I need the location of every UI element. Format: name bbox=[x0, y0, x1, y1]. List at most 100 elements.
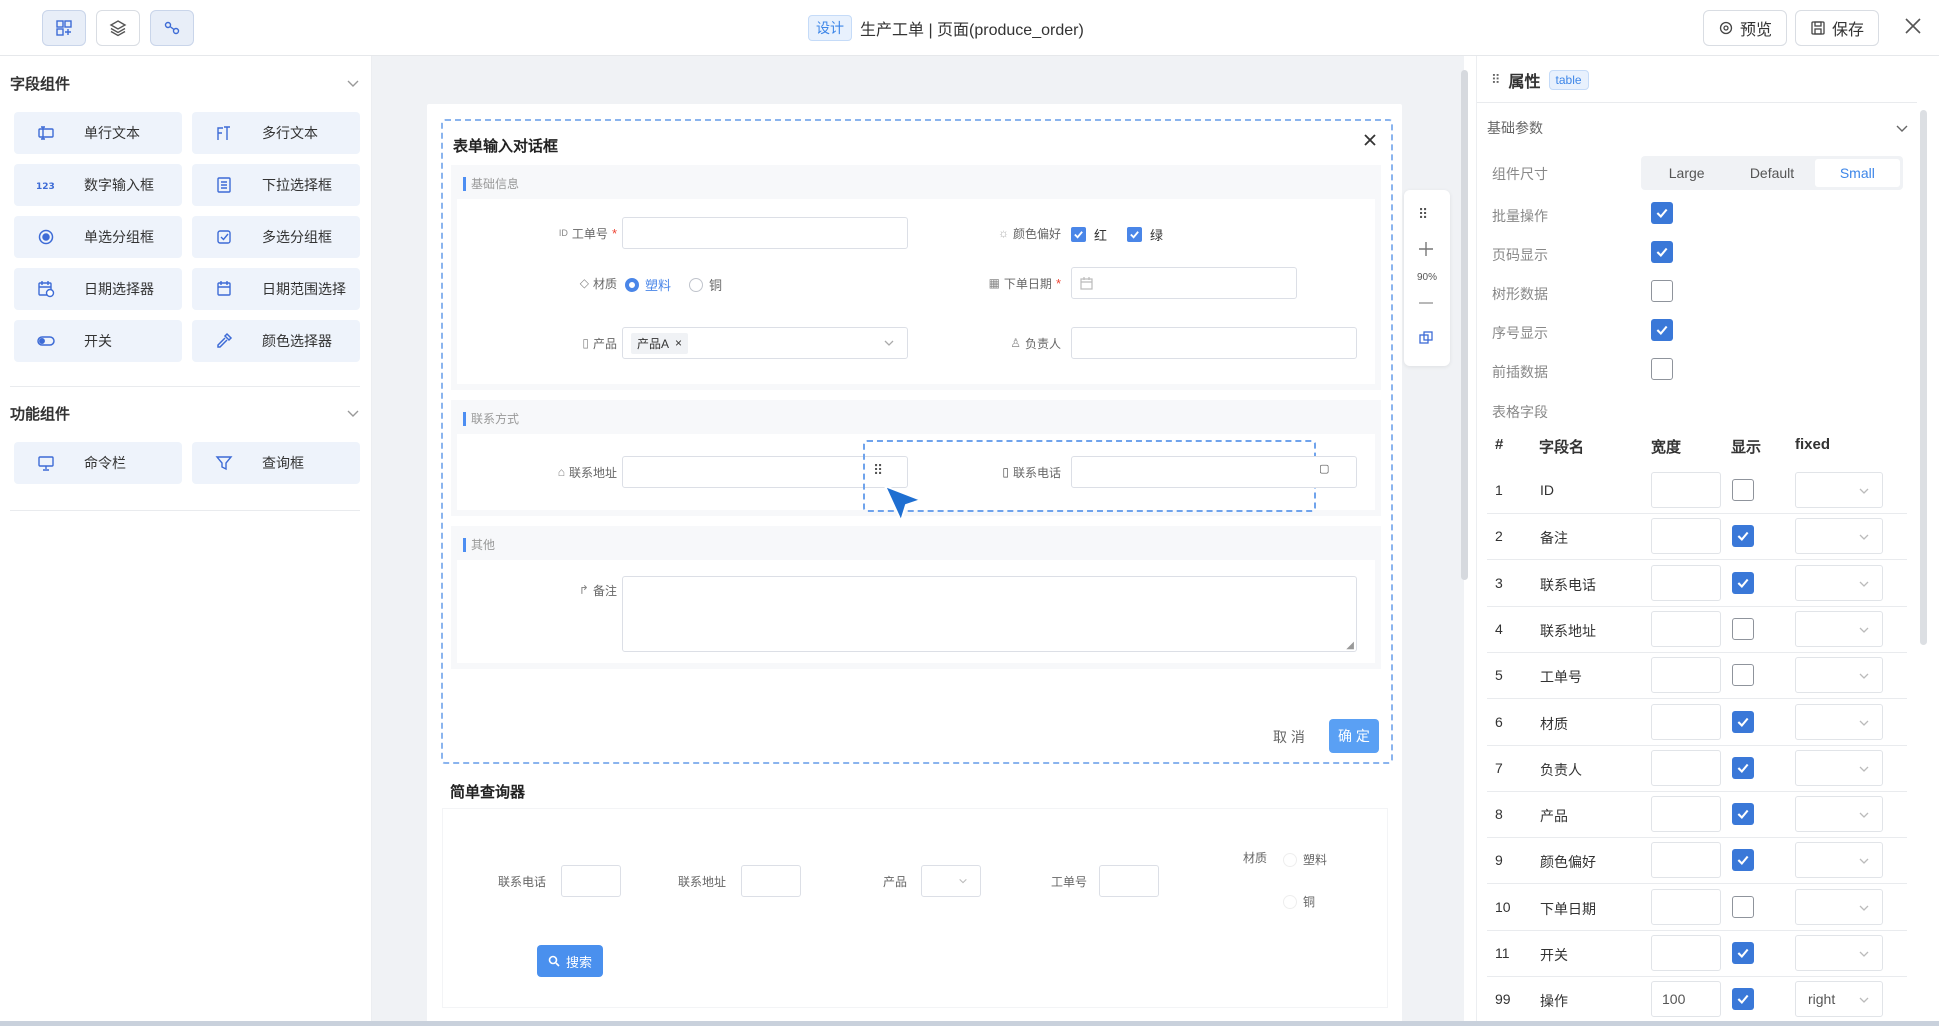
row-show-checkbox[interactable] bbox=[1732, 895, 1754, 918]
row-width-input[interactable] bbox=[1651, 842, 1721, 879]
comp-radio-group[interactable]: 单选分组框 bbox=[14, 216, 182, 258]
field-components-header[interactable]: 字段组件 bbox=[10, 70, 360, 96]
row-width-input[interactable] bbox=[1651, 472, 1721, 508]
size-default[interactable]: Default bbox=[1729, 159, 1814, 187]
row-width-input[interactable] bbox=[1651, 796, 1721, 833]
zoom-out-button[interactable] bbox=[1417, 294, 1435, 312]
product-select[interactable]: 产品A × bbox=[622, 327, 908, 359]
zoom-in-button[interactable] bbox=[1417, 240, 1435, 258]
query-address-input[interactable] bbox=[741, 865, 801, 897]
layout-view-button[interactable] bbox=[42, 10, 86, 46]
cancel-button[interactable]: 取 消 bbox=[1267, 721, 1311, 753]
tag-close-icon[interactable]: × bbox=[675, 336, 682, 350]
row-fixed-select[interactable] bbox=[1795, 610, 1883, 647]
row-show-checkbox[interactable] bbox=[1732, 988, 1754, 1011]
function-components-header[interactable]: 功能组件 bbox=[10, 400, 360, 426]
comp-date-picker[interactable]: 日期选择器 bbox=[14, 268, 182, 310]
row-width-input[interactable] bbox=[1651, 703, 1721, 740]
row-width-input[interactable] bbox=[1651, 564, 1721, 601]
close-editor-button[interactable] bbox=[1901, 14, 1925, 38]
query-order-no-input[interactable] bbox=[1099, 865, 1159, 897]
row-show-checkbox[interactable] bbox=[1732, 849, 1754, 872]
comp-color-picker[interactable]: 颜色选择器 bbox=[192, 320, 360, 362]
row-width-input[interactable] bbox=[1651, 657, 1721, 694]
col-header-fixed: fixed bbox=[1795, 436, 1831, 453]
row-fixed-select[interactable] bbox=[1795, 935, 1883, 971]
col-header-field: 字段名 bbox=[1539, 439, 1585, 456]
row-show-checkbox[interactable] bbox=[1732, 664, 1754, 687]
row-show-checkbox[interactable] bbox=[1732, 617, 1754, 640]
row-show-checkbox[interactable] bbox=[1732, 479, 1754, 501]
material-copper-radio[interactable] bbox=[689, 277, 704, 292]
option-checkbox[interactable] bbox=[1651, 280, 1673, 302]
properties-scrollbar[interactable] bbox=[1920, 110, 1927, 645]
dialog-close-button[interactable] bbox=[1363, 133, 1377, 147]
comp-date-range[interactable]: 日期范围选择 bbox=[192, 268, 360, 310]
order-date-input[interactable] bbox=[1071, 267, 1297, 299]
preview-button[interactable]: 预览 bbox=[1703, 10, 1788, 46]
save-button[interactable]: 保存 bbox=[1795, 10, 1880, 46]
option-checkbox[interactable] bbox=[1651, 202, 1673, 224]
option-checkbox[interactable] bbox=[1651, 319, 1673, 341]
row-width-input[interactable] bbox=[1651, 518, 1721, 555]
query-phone-input[interactable] bbox=[561, 865, 621, 897]
query-product-select[interactable] bbox=[921, 865, 981, 897]
comp-checkbox-group[interactable]: 多选分组框 bbox=[192, 216, 360, 258]
row-index: 1 bbox=[1495, 482, 1503, 498]
row-fixed-select[interactable] bbox=[1795, 472, 1883, 508]
row-fixed-select[interactable] bbox=[1795, 749, 1883, 786]
option-checkbox[interactable] bbox=[1651, 241, 1673, 263]
row-fixed-select[interactable] bbox=[1795, 564, 1883, 601]
comp-command-bar[interactable]: 命令栏 bbox=[14, 442, 182, 484]
copy-icon[interactable]: ▢ bbox=[1319, 462, 1329, 475]
remark-textarea[interactable]: ◢ bbox=[622, 576, 1357, 652]
basic-params-header[interactable]: 基础参数 bbox=[1487, 118, 1909, 138]
row-show-checkbox[interactable] bbox=[1732, 571, 1754, 594]
color-green-checkbox[interactable] bbox=[1127, 227, 1143, 242]
row-show-checkbox[interactable] bbox=[1732, 756, 1754, 779]
row-width-input[interactable] bbox=[1651, 888, 1721, 925]
grid-icon[interactable]: ⠿ bbox=[1418, 206, 1428, 223]
comp-query-box[interactable]: 查询框 bbox=[192, 442, 360, 484]
row-show-checkbox[interactable] bbox=[1732, 942, 1754, 964]
row-fixed-select[interactable] bbox=[1795, 796, 1883, 833]
comp-number-input[interactable]: 123 数字输入框 bbox=[14, 164, 182, 206]
comp-multi-line-text[interactable]: 多行文本 bbox=[192, 112, 360, 154]
row-width-input[interactable]: 100 bbox=[1651, 981, 1721, 1018]
comp-switch[interactable]: 开关 bbox=[14, 320, 182, 362]
color-red-checkbox[interactable] bbox=[1071, 227, 1086, 242]
comp-single-line-text[interactable]: 单行文本 bbox=[14, 112, 182, 154]
query-search-button[interactable]: 搜索 bbox=[537, 945, 603, 977]
row-width-input[interactable] bbox=[1651, 610, 1721, 647]
size-large[interactable]: Large bbox=[1644, 159, 1729, 187]
row-fixed-select[interactable]: right bbox=[1795, 981, 1883, 1018]
query-material-plastic[interactable]: 塑料 bbox=[1283, 851, 1327, 868]
resize-handle-icon[interactable]: ◢ bbox=[1346, 640, 1354, 651]
query-material-copper[interactable]: 铜 bbox=[1283, 893, 1315, 910]
zoom-level: 90% bbox=[1416, 272, 1437, 283]
comp-dropdown-select[interactable]: 下拉选择框 bbox=[192, 164, 360, 206]
row-fixed-select[interactable] bbox=[1795, 703, 1883, 740]
datasource-button[interactable] bbox=[150, 10, 194, 46]
row-fixed-select[interactable] bbox=[1795, 518, 1883, 555]
order-no-input[interactable] bbox=[622, 217, 908, 249]
phone-input[interactable] bbox=[1071, 456, 1357, 488]
canvas-scrollbar[interactable] bbox=[1461, 70, 1468, 580]
layers-button[interactable] bbox=[96, 10, 140, 46]
size-small[interactable]: Small bbox=[1814, 159, 1900, 187]
fit-screen-button[interactable] bbox=[1418, 330, 1434, 346]
material-plastic-radio[interactable] bbox=[625, 277, 639, 292]
row-fixed-select[interactable] bbox=[1795, 888, 1883, 925]
option-checkbox[interactable] bbox=[1651, 358, 1673, 380]
confirm-button[interactable]: 确 定 bbox=[1329, 719, 1379, 753]
row-width-input[interactable] bbox=[1651, 749, 1721, 786]
form-dialog[interactable]: 表单输入对话框 基础信息 ID 工单号 * ☼ 颜色偏好 红 绿 ◇ 材质 塑料… bbox=[441, 119, 1393, 764]
row-fixed-select[interactable] bbox=[1795, 657, 1883, 694]
row-show-checkbox[interactable] bbox=[1732, 525, 1754, 548]
row-show-checkbox[interactable] bbox=[1732, 710, 1754, 733]
row-fixed-select[interactable] bbox=[1795, 842, 1883, 879]
drag-handle-icon[interactable]: ⠿ bbox=[873, 462, 883, 479]
owner-input[interactable] bbox=[1071, 327, 1357, 359]
row-width-input[interactable] bbox=[1651, 935, 1721, 971]
row-show-checkbox[interactable] bbox=[1732, 803, 1754, 826]
